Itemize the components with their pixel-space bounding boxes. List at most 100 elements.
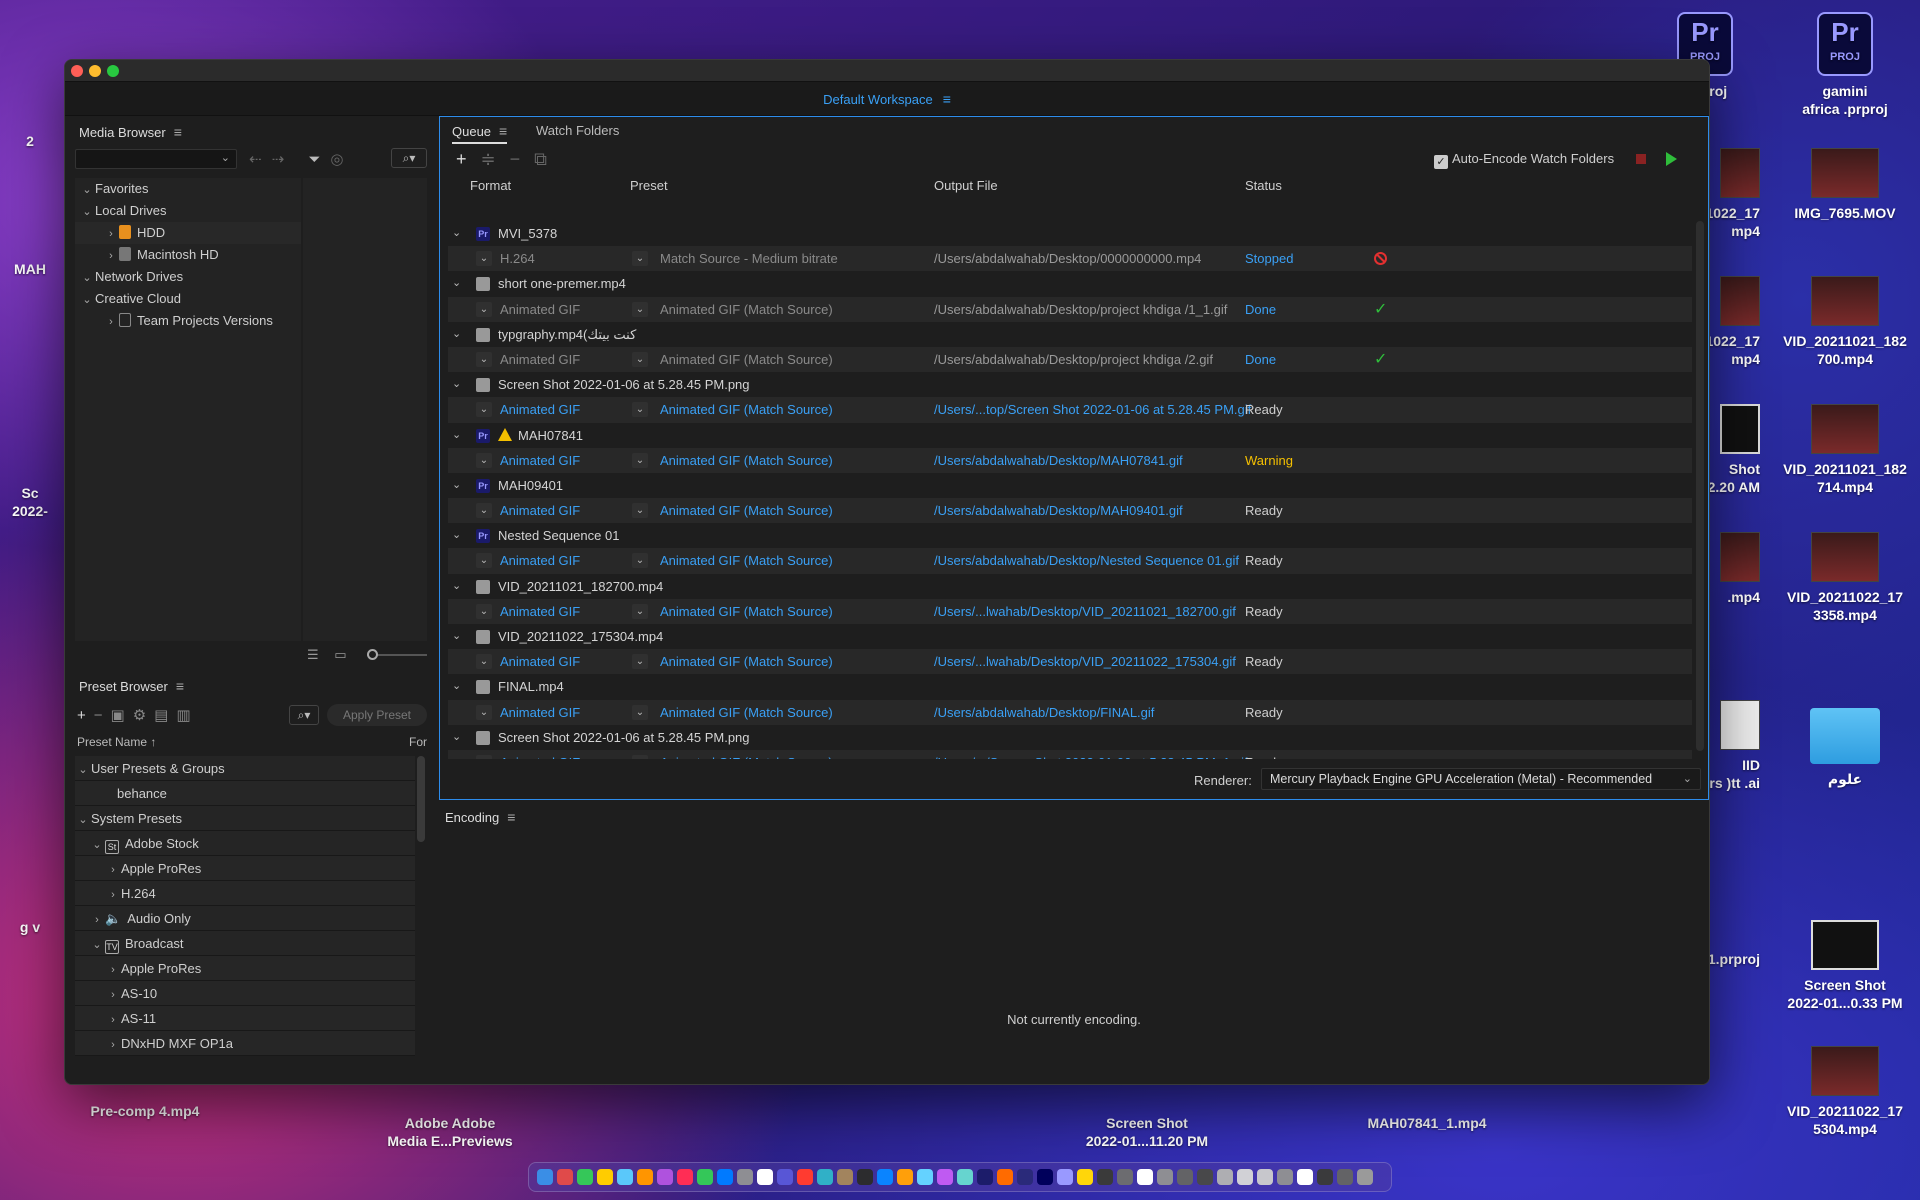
dock-app-icon[interactable] [1237, 1169, 1253, 1185]
preset-link[interactable]: Animated GIF (Match Source) [660, 397, 833, 422]
dock-app-icon[interactable] [1257, 1169, 1273, 1185]
preset-group-user[interactable]: ⌄ User Presets & Groups [75, 756, 415, 781]
queue-source-row[interactable]: ⌄ Pr MVI_5378 [448, 221, 1692, 247]
remove-icon[interactable]: − [94, 707, 111, 724]
list-view-icon[interactable]: ☰ ▭ [307, 647, 353, 663]
format-link[interactable]: Animated GIF [500, 397, 580, 422]
desktop-icon-screenshot-1120[interactable]: Screen Shot 2022-01...11.20 PM [1082, 1114, 1212, 1150]
dock-app-icon[interactable] [637, 1169, 653, 1185]
dock-app-icon[interactable] [697, 1169, 713, 1185]
format-dropdown[interactable]: ⌄ [476, 503, 492, 519]
panel-menu-icon[interactable]: ≡ [174, 118, 182, 146]
output-file-link[interactable]: /Users/abdalwahab/Desktop/Nested Sequenc… [934, 548, 1239, 573]
preset-link[interactable]: Animated GIF (Match Source) [660, 548, 833, 573]
chevron-right-icon[interactable]: › [105, 1008, 121, 1033]
tree-item-team-projects[interactable]: › Team Projects Versions [75, 310, 301, 332]
chevron-right-icon[interactable]: › [105, 983, 121, 1008]
chevron-down-icon[interactable]: ⌄ [452, 523, 461, 548]
export-icon[interactable]: ▥ [176, 707, 198, 724]
start-queue-button[interactable] [1666, 152, 1677, 166]
chevron-down-icon[interactable]: ⌄ [79, 179, 95, 201]
preset-link[interactable]: Match Source - Medium bitrate [660, 246, 838, 271]
dock-app-icon[interactable] [597, 1169, 613, 1185]
desktop-icon-img7695[interactable]: IMG_7695.MOV [1780, 148, 1910, 222]
format-dropdown[interactable]: ⌄ [476, 654, 492, 670]
preset-group-as11[interactable]: › AS-11 [75, 1006, 415, 1031]
chevron-right-icon[interactable]: › [105, 958, 121, 983]
format-link[interactable]: Animated GIF [500, 297, 580, 322]
preset-dropdown[interactable]: ⌄ [632, 452, 648, 468]
preset-link[interactable]: Animated GIF (Match Source) [660, 448, 833, 473]
desktop-icon-adobe-previews[interactable]: Adobe Adobe Media E...Previews [385, 1114, 515, 1150]
preset-group-dnxhd[interactable]: › DNxHD MXF OP1a [75, 1031, 415, 1056]
desktop-icon-vid-175304[interactable]: VID_20211022_17 5304.mp4 [1780, 1046, 1910, 1138]
preset-group-broadcast[interactable]: ⌄ TV Broadcast [75, 931, 415, 956]
preset-link[interactable]: Animated GIF (Match Source) [660, 700, 833, 725]
desktop-icon-screenshot-033[interactable]: Screen Shot 2022-01...0.33 PM [1780, 920, 1910, 1012]
workspace-tab[interactable]: Default Workspace ≡ [65, 91, 1709, 107]
queue-source-row[interactable]: ⌄ FINAL.mp4 [448, 674, 1692, 700]
chevron-down-icon[interactable]: ⌄ [89, 933, 105, 958]
preset-dropdown[interactable]: ⌄ [632, 351, 648, 367]
preset-link[interactable]: Animated GIF (Match Source) [660, 297, 833, 322]
format-dropdown[interactable]: ⌄ [476, 452, 492, 468]
dock-app-icon[interactable] [1357, 1169, 1373, 1185]
format-link[interactable]: Animated GIF [500, 448, 580, 473]
dock-app-icon[interactable] [817, 1169, 833, 1185]
desktop-icon-folder-uloom[interactable]: علوم [1780, 708, 1910, 788]
settings-icon[interactable]: ⚙ [133, 707, 154, 724]
queue-output-row[interactable]: ⌄ Animated GIF ⌄ Animated GIF (Match Source… [448, 598, 1692, 624]
tree-item-macintosh-hd[interactable]: › Macintosh HD [75, 244, 301, 266]
queue-source-row[interactable]: ⌄ short one-premer.mp4 [448, 271, 1692, 297]
dock-app-icon[interactable] [537, 1169, 553, 1185]
queue-source-row[interactable]: ⌄ typgraphy.mp4(كنت بيتك [448, 321, 1692, 347]
chevron-down-icon[interactable]: ⌄ [452, 574, 461, 599]
add-preset-icon[interactable]: + [77, 707, 94, 724]
dock-app-icon[interactable] [937, 1169, 953, 1185]
preset-item[interactable]: behance [75, 781, 415, 806]
chevron-down-icon[interactable]: ⌄ [452, 423, 461, 448]
chevron-down-icon[interactable]: ⌄ [452, 221, 461, 246]
remove-icon[interactable]: − [510, 149, 535, 169]
queue-source-row[interactable]: ⌄ Pr Nested Sequence 01 [448, 523, 1692, 549]
preset-dropdown[interactable]: ⌄ [632, 654, 648, 670]
dock-app-icon[interactable] [1017, 1169, 1033, 1185]
preset-group-audio-only[interactable]: › 🔈 Audio Only [75, 906, 415, 931]
column-output-file[interactable]: Output File [934, 175, 998, 197]
column-status[interactable]: Status [1245, 175, 1282, 197]
preset-dropdown[interactable]: ⌄ [632, 301, 648, 317]
hamburger-menu-icon[interactable]: ≡ [943, 91, 951, 107]
desktop-icon-vid-182714[interactable]: VID_20211021_182 714.mp4 [1780, 404, 1910, 496]
column-preset[interactable]: Preset [630, 175, 668, 197]
column-for[interactable]: For [409, 730, 427, 754]
tree-item-local-drives[interactable]: ⌄ Local Drives [75, 200, 301, 222]
dock-app-icon[interactable] [1077, 1169, 1093, 1185]
preset-dropdown[interactable]: ⌄ [632, 402, 648, 418]
dock-app-icon[interactable] [1097, 1169, 1113, 1185]
preset-link[interactable]: Animated GIF (Match Source) [660, 750, 833, 759]
search-icon[interactable]: ⌕▾ [391, 148, 427, 168]
queue-source-row[interactable]: ⌄ VID_20211022_175304.mp4 [448, 624, 1692, 650]
panel-menu-icon[interactable]: ≡ [176, 672, 184, 700]
format-dropdown[interactable]: ⌄ [476, 603, 492, 619]
preset-group-apple-prores[interactable]: › Apple ProRes [75, 856, 415, 881]
dock-app-icon[interactable] [997, 1169, 1013, 1185]
chevron-down-icon[interactable]: ⌄ [75, 758, 91, 783]
chevron-down-icon[interactable]: ⌄ [79, 267, 95, 289]
output-file-link[interactable]: /Users/...top/Screen Shot 2022-01-06 at … [934, 397, 1251, 422]
format-dropdown[interactable]: ⌄ [476, 301, 492, 317]
dock-app-icon[interactable] [1277, 1169, 1293, 1185]
output-file-link[interactable]: /Users/.../Screen Shot 2022-01-06 at 5.2… [934, 750, 1248, 759]
dock-app-icon[interactable] [957, 1169, 973, 1185]
dock-app-icon[interactable] [1217, 1169, 1233, 1185]
format-link[interactable]: Animated GIF [500, 347, 580, 372]
preset-dropdown[interactable]: ⌄ [632, 553, 648, 569]
format-link[interactable]: Animated GIF [500, 700, 580, 725]
back-arrow-icon[interactable]: ⇠ [249, 151, 272, 168]
desktop-icon-left-2[interactable]: MAH [0, 260, 60, 278]
output-file-link[interactable]: /Users/abdalwahab/Desktop/FINAL.gif [934, 700, 1154, 725]
tree-item-creative-cloud[interactable]: ⌄ Creative Cloud [75, 288, 301, 310]
dock-app-icon[interactable] [1037, 1169, 1053, 1185]
auto-encode-checkbox[interactable]: ✓ Auto-Encode Watch Folders [1434, 151, 1614, 169]
chevron-right-icon[interactable]: › [89, 908, 105, 933]
